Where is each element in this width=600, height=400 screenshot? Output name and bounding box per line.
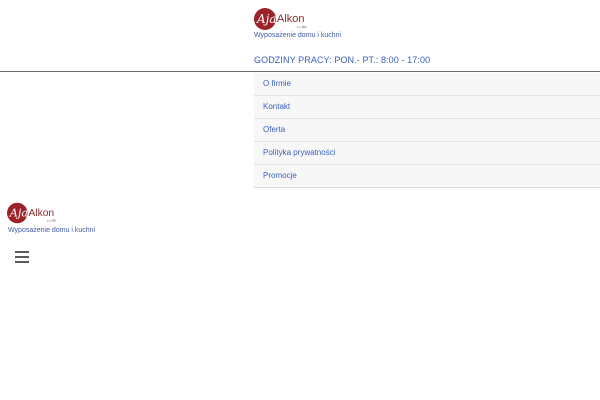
hamburger-bar (15, 256, 29, 258)
logo-script-text: Aja (256, 12, 277, 26)
brand-logo[interactable]: Aja Alkon s.c. ABC (254, 7, 314, 31)
nav-item-o-firmie[interactable]: O firmie (254, 73, 600, 96)
nav-item-oferta[interactable]: Oferta (254, 119, 600, 142)
nav-item-polityka-prywatnosci[interactable]: Polityka prywatności (254, 142, 600, 165)
opening-hours: GODZINY PRACY: PON.- PT.: 8:00 - 17:00 (254, 55, 431, 65)
mobile-brand-tagline: Wyposażenie domu i kuchni (8, 227, 96, 234)
logo-small-text: s.c. ABC (297, 26, 307, 29)
brand-tagline: Wyposażenie domu i kuchni (254, 32, 342, 39)
page: Aja Alkon s.c. ABC Wyposażenie domu i ku… (0, 0, 600, 400)
hamburger-menu-icon[interactable] (15, 251, 29, 263)
nav-menu: O firmie Kontakt Oferta Polityka prywatn… (254, 73, 600, 188)
nav-item-promocje[interactable]: Promocje (254, 165, 600, 188)
mobile-logo-name-text: Alkon (28, 208, 54, 219)
mobile-logo-script-text: Aja (9, 207, 28, 220)
logo-name-text: Alkon (277, 13, 305, 25)
mobile-logo-small-text: s.c. ABC (47, 219, 56, 222)
hamburger-bar (15, 261, 29, 263)
top-header: Aja Alkon s.c. ABC Wyposażenie domu i ku… (0, 0, 600, 72)
nav-item-kontakt[interactable]: Kontakt (254, 96, 600, 119)
hamburger-bar (15, 251, 29, 253)
mobile-brand-logo[interactable]: Aja Alkon s.c. ABC (7, 201, 63, 225)
